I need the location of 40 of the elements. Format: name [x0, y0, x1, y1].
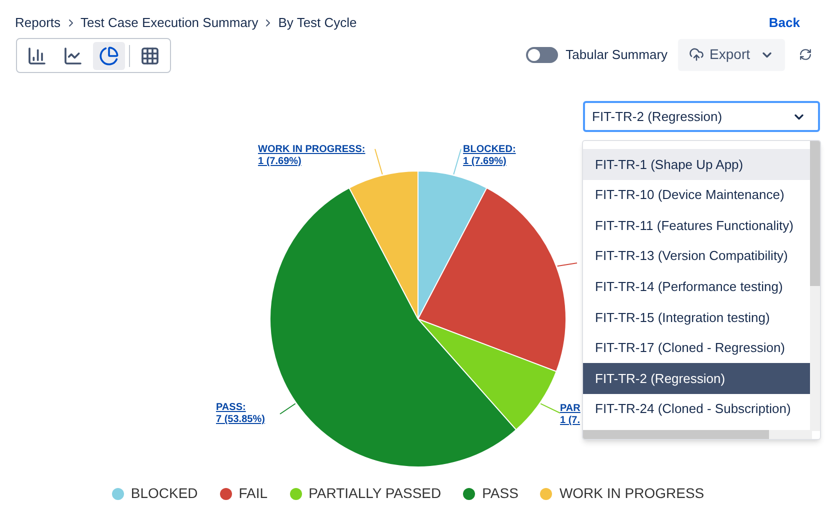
legend-label: FAIL — [238, 484, 268, 503]
cycle-select[interactable]: FIT-TR-2 (Regression) — [583, 101, 820, 132]
leader-line — [374, 148, 383, 175]
table-icon — [140, 46, 160, 66]
leader-line — [540, 403, 560, 414]
breadcrumb-item[interactable]: Test Case Execution Summary — [80, 13, 258, 33]
refresh-icon[interactable] — [799, 48, 812, 61]
slice-label[interactable]: BLOCKED: 1 (7.69%) — [463, 144, 516, 168]
leader-line — [453, 148, 462, 175]
export-button[interactable]: Export — [678, 38, 785, 70]
back-link[interactable]: Back — [768, 13, 800, 33]
chart-type-button[interactable] — [93, 42, 125, 70]
scrollbar[interactable] — [810, 141, 820, 431]
toggle-switch[interactable] — [526, 46, 558, 62]
pie-chart-icon — [99, 46, 119, 66]
line-chart-icon — [63, 46, 83, 66]
cloud-upload-icon — [688, 47, 704, 62]
dropdown-option[interactable]: FIT-TR-17 (Cloned - Regression) — [583, 332, 811, 364]
slice-label[interactable]: PAR 1 (7. — [560, 403, 580, 427]
breadcrumb-item: By Test Cycle — [278, 14, 357, 32]
dropdown-option[interactable]: FIT-TR-13 (Version Compatibility) — [583, 240, 811, 272]
legend-label: PASS — [482, 484, 518, 503]
slice-label[interactable]: PASS: 7 (53.85%) — [216, 402, 265, 426]
dropdown-option[interactable]: FIT-TR-24 (Cloned - Subscription) — [583, 394, 811, 424]
toggle-label: Tabular Summary — [566, 46, 668, 64]
leader-line — [280, 403, 296, 414]
dropdown-option[interactable]: FIT-TR-10 (Device Maintenance) — [583, 180, 811, 210]
legend-label: PARTIALLY PASSED — [308, 484, 442, 503]
bar-chart-icon — [27, 46, 47, 66]
dropdown-option[interactable]: FIT-TR-14 (Performance testing) — [583, 271, 811, 302]
leader-line — [556, 262, 578, 267]
dropdown-option[interactable]: FIT-TR-1 (Shape Up App) — [583, 149, 811, 180]
dropdown-option[interactable]: FIT-TR-15 (Integration testing) — [583, 302, 811, 333]
scrollbar[interactable] — [583, 430, 812, 439]
dropdown-option[interactable]: FIT-TR-2 (Regression) — [583, 363, 811, 394]
breadcrumb-item[interactable]: Reports — [15, 13, 61, 33]
slice-label[interactable]: WORK IN PROGRESS: 1 (7.69%) — [258, 144, 366, 168]
legend-label: BLOCKED — [130, 484, 198, 503]
dropdown-option[interactable]: FIT-TR-11 (Features Functionality) — [583, 210, 811, 241]
legend-label: WORK IN PROGRESS — [559, 484, 704, 503]
